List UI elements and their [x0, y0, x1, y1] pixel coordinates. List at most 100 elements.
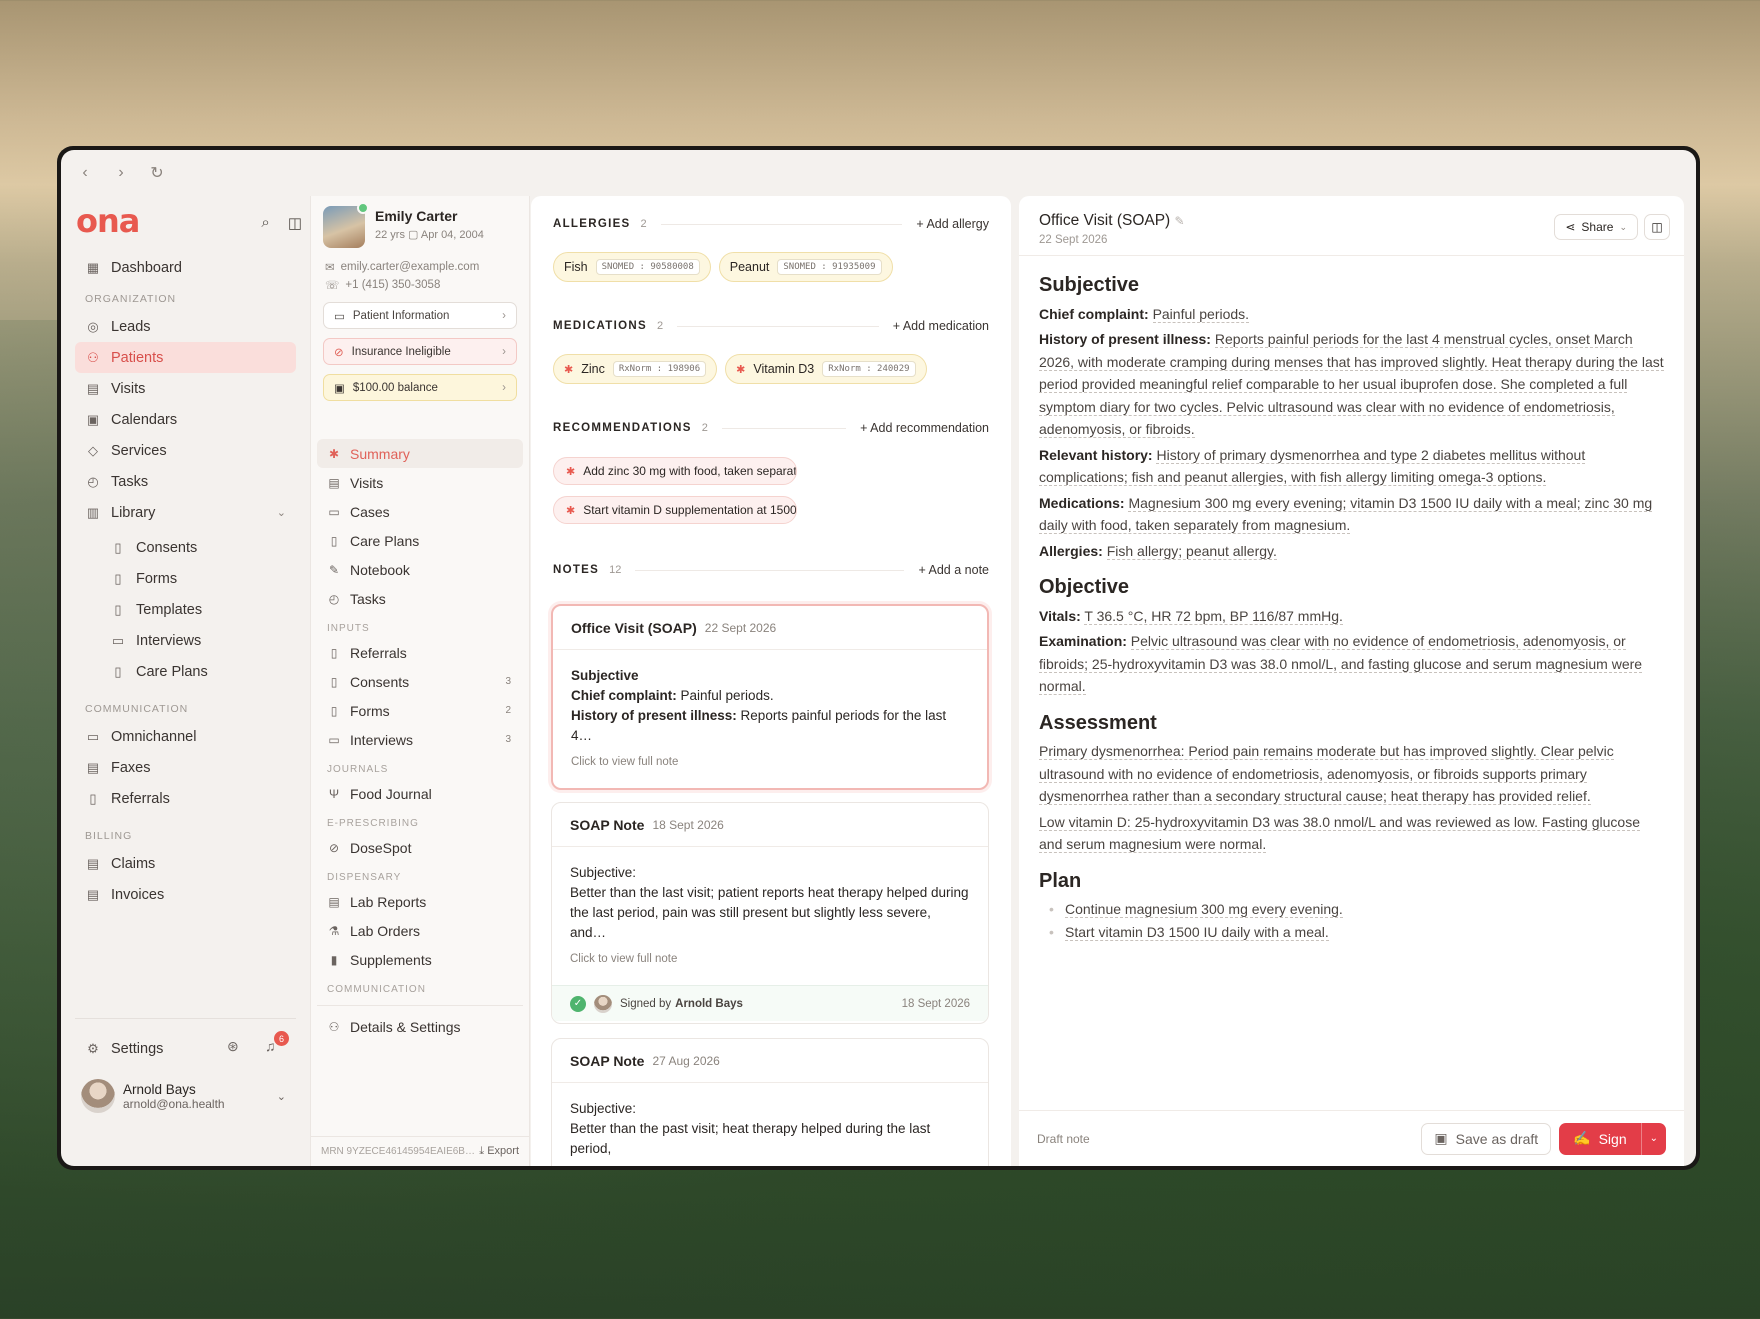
- calendar-icon: ▤: [86, 380, 100, 396]
- recommendations-header: RECOMMENDATIONS 2 + Add recommendation: [553, 421, 989, 435]
- sidebar-item-forms[interactable]: ▯ Forms: [75, 563, 296, 594]
- tab-tasks[interactable]: ◴ Tasks: [317, 584, 523, 613]
- sidebar-item-interviews[interactable]: ▭ Interviews: [75, 625, 296, 656]
- tab-notebook[interactable]: ✎ Notebook: [317, 555, 523, 584]
- patient-photo: [323, 202, 369, 248]
- note-card-selected[interactable]: Office Visit (SOAP) 22 Sept 2026 Subjecti…: [551, 604, 989, 790]
- search-icon[interactable]: ⌕: [261, 214, 269, 232]
- chevron-down-icon[interactable]: ⌄: [1642, 1133, 1666, 1144]
- signed-status: ✓ Signed by Arnold Bays 18 Sept 2026: [552, 985, 988, 1021]
- sidebar-item-tasks[interactable]: ◴ Tasks: [75, 466, 296, 497]
- patient-information-button[interactable]: ▭ Patient Information ›: [323, 302, 517, 329]
- sidebar-item-leads[interactable]: ◎ Leads: [75, 311, 296, 342]
- sidebar-item-patients[interactable]: ⚇ Patients: [75, 342, 296, 373]
- tab-consents[interactable]: ▯ Consents 3: [317, 667, 523, 696]
- document-icon: ▯: [89, 790, 97, 806]
- recommendation-chip[interactable]: ✱ Start vitamin D supplementation at 1500…: [553, 496, 797, 524]
- back-icon[interactable]: ‹: [77, 164, 93, 182]
- tab-lab-reports[interactable]: ▤ Lab Reports: [317, 887, 523, 916]
- tab-referrals[interactable]: ▯ Referrals: [317, 638, 523, 667]
- sidebar-item-templates[interactable]: ▯ Templates: [75, 594, 296, 625]
- user-menu[interactable]: Arnold Bays arnold@ona.health ⌄: [81, 1079, 296, 1113]
- tab-dosespot[interactable]: ⊘ DoseSpot: [317, 833, 523, 862]
- sidebar-item-faxes[interactable]: ▤ Faxes: [75, 752, 296, 783]
- export-button[interactable]: ⤓ Export: [479, 1145, 519, 1158]
- sidebar-item-omnichannel[interactable]: ▭ Omnichannel: [75, 721, 296, 752]
- signature-icon: ✍: [1573, 1130, 1591, 1146]
- note-card[interactable]: SOAP Note 18 Sept 2026 Subjective: Better…: [551, 802, 989, 1024]
- sidebar-toggle-icon[interactable]: ◫: [288, 214, 302, 232]
- tab-food-journal[interactable]: Ψ Food Journal: [317, 779, 523, 808]
- tab-interviews[interactable]: ▭ Interviews 3: [317, 725, 523, 754]
- note-body: Subjective Chief complaint: Painful peri…: [1019, 256, 1684, 943]
- sidebar-item-visits[interactable]: ▤ Visits: [75, 373, 296, 404]
- forward-icon[interactable]: ›: [113, 164, 129, 182]
- mail-icon: ✉: [325, 262, 335, 274]
- section-heading: Objective: [1039, 576, 1130, 598]
- online-status-icon: [357, 202, 369, 214]
- tab-care-plans[interactable]: ▯ Care Plans: [317, 526, 523, 555]
- section-eprescribing: E-PRESCRIBING: [327, 818, 419, 829]
- share-icon: ⋖: [1565, 220, 1576, 234]
- section-journals: JOURNALS: [327, 764, 389, 775]
- plan-item: Continue magnesium 300 mg every evening.: [1047, 898, 1664, 921]
- medication-chip[interactable]: ✱ Zinc RxNorm : 198906: [553, 354, 718, 384]
- recommendation-chip[interactable]: ✱ Add zinc 30 mg with food, taken separat…: [553, 457, 797, 485]
- tag-icon: ◇: [88, 442, 98, 458]
- avatar: [81, 1079, 115, 1113]
- sidebar-item-services[interactable]: ◇ Services: [75, 435, 296, 466]
- add-allergy-button[interactable]: + Add allergy: [916, 217, 989, 231]
- tab-visits[interactable]: ▤ Visits: [317, 468, 523, 497]
- library-icon: ▥: [86, 504, 100, 520]
- note-card[interactable]: SOAP Note 27 Aug 2026 Subjective: Better …: [551, 1038, 989, 1166]
- chevron-right-icon: ›: [502, 309, 506, 322]
- allergy-chip[interactable]: Peanut SNOMED : 91935009: [718, 252, 893, 282]
- help-icon[interactable]: ⊛: [227, 1038, 239, 1055]
- share-button[interactable]: ⋖ Share ⌄: [1554, 214, 1638, 240]
- sidebar-item-consents[interactable]: ▯ Consents: [75, 532, 296, 563]
- tab-summary[interactable]: ✱ Summary: [317, 439, 523, 468]
- add-medication-button[interactable]: + Add medication: [893, 319, 989, 333]
- dashboard-icon: ▦: [86, 259, 100, 275]
- save-as-draft-button[interactable]: ▣ Save as draft: [1421, 1122, 1552, 1155]
- sidebar-item-claims[interactable]: ▤ Claims: [75, 848, 296, 879]
- pencil-icon[interactable]: ✎: [1175, 214, 1185, 228]
- balance-button[interactable]: ▣ $100.00 balance ›: [323, 374, 517, 401]
- patient-phone[interactable]: +1 (415) 350-3058: [345, 279, 440, 291]
- sparkle-icon: ✱: [566, 504, 576, 517]
- tab-details-settings[interactable]: ⚇ Details & Settings: [317, 1012, 523, 1041]
- notification-badge: 6: [274, 1031, 289, 1046]
- chat-icon: ▭: [86, 728, 100, 744]
- add-note-button[interactable]: + Add a note: [918, 563, 989, 577]
- reload-icon[interactable]: ↻: [149, 163, 165, 183]
- sidebar-item-settings[interactable]: ⚙ Settings: [75, 1033, 296, 1064]
- sidebar-item-care-plans[interactable]: ▯ Care Plans: [75, 656, 296, 687]
- allergy-chip[interactable]: Fish SNOMED : 90580008: [553, 252, 711, 282]
- calendar-icon: ▤: [328, 475, 340, 490]
- view-note-link[interactable]: Click to view full note: [571, 752, 969, 772]
- sidebar-item-dashboard[interactable]: ▦ Dashboard: [75, 252, 296, 283]
- sidebar-item-library[interactable]: ▥ Library ⌄: [75, 497, 296, 528]
- tab-supplements[interactable]: ▮ Supplements: [317, 945, 523, 974]
- add-recommendation-button[interactable]: + Add recommendation: [860, 421, 989, 435]
- receipt-icon: ▤: [86, 855, 100, 871]
- sidebar-item-calendars[interactable]: ▣ Calendars: [75, 404, 296, 435]
- section-communication: COMMUNICATION: [327, 984, 426, 995]
- patient-email[interactable]: emily.carter@example.com: [341, 261, 480, 273]
- sidebar-item-invoices[interactable]: ▤ Invoices: [75, 879, 296, 910]
- view-note-link[interactable]: Click to view full note: [570, 949, 970, 969]
- sign-button[interactable]: ✍ Sign ⌄: [1559, 1122, 1666, 1155]
- panel-toggle-icon[interactable]: ◫: [1644, 214, 1670, 240]
- insurance-ineligible-button[interactable]: ⊘ Insurance Ineligible ›: [323, 338, 517, 365]
- section-heading: Plan: [1039, 869, 1082, 892]
- medication-chip[interactable]: ✱ Vitamin D3 RxNorm : 240029: [725, 354, 927, 384]
- tab-forms[interactable]: ▯ Forms 2: [317, 696, 523, 725]
- check-circle-icon: ◴: [87, 473, 99, 489]
- tab-lab-orders[interactable]: ⚗ Lab Orders: [317, 916, 523, 945]
- sparkle-icon: ✱: [328, 446, 340, 461]
- flask-icon: ⚗: [328, 923, 340, 938]
- tab-cases[interactable]: ▭ Cases: [317, 497, 523, 526]
- calendar-icon: ▢: [408, 229, 419, 241]
- sidebar-item-referrals[interactable]: ▯ Referrals: [75, 783, 296, 814]
- users-icon: ⚇: [87, 349, 99, 365]
